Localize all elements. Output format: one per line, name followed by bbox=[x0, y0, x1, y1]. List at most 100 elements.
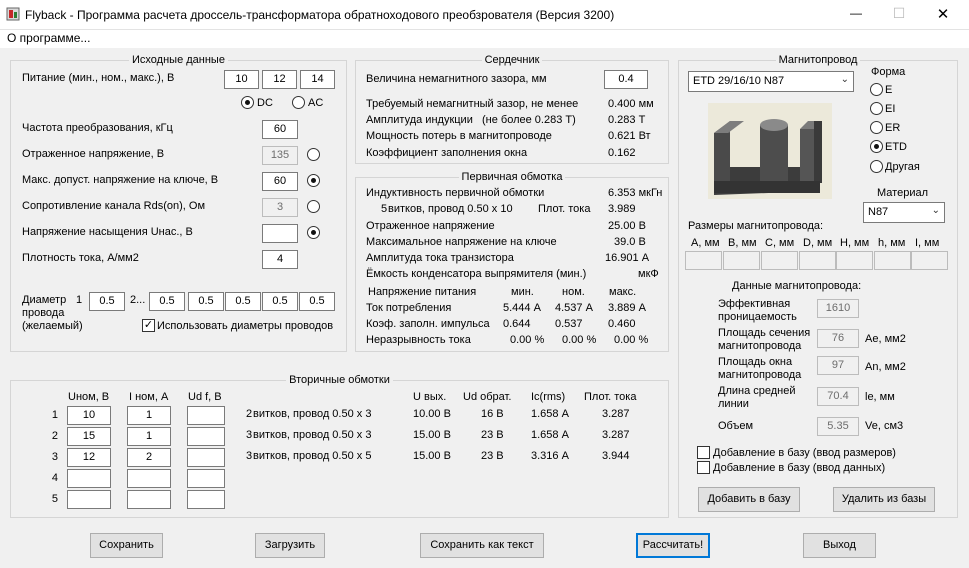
wire-diam-label: Диаметр bbox=[22, 294, 67, 306]
wire-diam-6-input[interactable]: 0.5 bbox=[299, 292, 335, 311]
sec-header-unom: Uном, В bbox=[68, 391, 110, 403]
sec-row-2-udf-input[interactable] bbox=[187, 427, 225, 446]
ac-radio[interactable] bbox=[292, 96, 305, 109]
wire-diam-5-input[interactable]: 0.5 bbox=[262, 292, 298, 311]
sec-row-4-i-input[interactable] bbox=[127, 469, 171, 488]
primary-dens-value: 3.989 bbox=[608, 203, 636, 215]
fill-factor-label: Коэффициент заполнения окна bbox=[366, 147, 528, 159]
continuity-max: 0.00 % bbox=[614, 334, 649, 346]
sec-row-5-u-input[interactable] bbox=[67, 490, 111, 509]
primary-ind-value: 6.353 мкГн bbox=[608, 187, 663, 199]
dim-d-input[interactable] bbox=[799, 251, 836, 270]
supply-max-input[interactable]: 14 bbox=[300, 70, 335, 89]
gap-input[interactable]: 0.4 bbox=[604, 70, 648, 89]
save-button[interactable]: Сохранить bbox=[90, 533, 163, 558]
add-dims-checkbox[interactable] bbox=[697, 446, 710, 459]
vsat-input[interactable] bbox=[262, 224, 298, 243]
rds-radio[interactable] bbox=[307, 200, 320, 213]
dim-b-input[interactable] bbox=[723, 251, 760, 270]
dc-radio[interactable] bbox=[241, 96, 254, 109]
sec-row-1-ic: 1.658 А bbox=[531, 408, 569, 420]
app-icon bbox=[6, 7, 20, 21]
wire-diam-1-input[interactable]: 0.5 bbox=[89, 292, 125, 311]
add-to-db-button[interactable]: Добавить в базу bbox=[698, 487, 800, 512]
le-input[interactable]: 70.4 bbox=[817, 387, 859, 406]
shape-er-radio[interactable] bbox=[870, 121, 883, 134]
freq-input[interactable]: 60 bbox=[262, 120, 298, 139]
sec-row-5-i-input[interactable] bbox=[127, 490, 171, 509]
vsat-radio[interactable] bbox=[307, 226, 320, 239]
minimize-button[interactable]: — bbox=[843, 6, 869, 20]
dim-hh-label: h, мм bbox=[878, 237, 906, 249]
shape-etd-radio[interactable] bbox=[870, 140, 883, 153]
ve-input[interactable]: 5.35 bbox=[817, 417, 859, 436]
sec-row-1-turns: 2 bbox=[246, 408, 253, 420]
dim-b-label: B, мм bbox=[728, 237, 757, 249]
load-button[interactable]: Загрузить bbox=[255, 533, 325, 558]
an-input[interactable]: 97 bbox=[817, 356, 859, 375]
le-unit: le, мм bbox=[865, 391, 895, 403]
sec-row-3-num: 3 bbox=[51, 451, 58, 463]
sec-row-5-num: 5 bbox=[51, 493, 58, 505]
sec-row-2-udrev: 23 В bbox=[481, 429, 504, 441]
vmax-input[interactable]: 60 bbox=[262, 172, 298, 191]
ae-label: Площадь сечения bbox=[718, 327, 811, 339]
sec-row-4-num: 4 bbox=[51, 472, 58, 484]
perm-input[interactable]: 1610 bbox=[817, 299, 859, 318]
menu-about[interactable]: О программе... bbox=[7, 31, 90, 45]
sec-row-3-udf-input[interactable] bbox=[187, 448, 225, 467]
supply-min-input[interactable]: 10 bbox=[224, 70, 259, 89]
shape-ei-radio[interactable] bbox=[870, 102, 883, 115]
sec-row-1-udf-input[interactable] bbox=[187, 406, 225, 425]
ae-input[interactable]: 76 bbox=[817, 329, 859, 348]
sec-row-3-i-input[interactable]: 2 bbox=[127, 448, 171, 467]
refl-voltage-radio[interactable] bbox=[307, 148, 320, 161]
core-select[interactable]: ETD 29/16/10 N87 ⌄ bbox=[688, 71, 854, 92]
maximize-button[interactable]: ☐ bbox=[886, 5, 912, 22]
rds-input[interactable]: 3 bbox=[262, 198, 298, 217]
add-data-checkbox[interactable] bbox=[697, 461, 710, 474]
sec-row-2-ic: 1.658 А bbox=[531, 429, 569, 441]
shape-e-radio[interactable] bbox=[870, 83, 883, 96]
delete-from-db-button[interactable]: Удалить из базы bbox=[833, 487, 935, 512]
material-value: N87 bbox=[868, 206, 889, 218]
calculate-button[interactable]: Рассчитать! bbox=[636, 533, 710, 558]
sec-row-2-i-input[interactable]: 1 bbox=[127, 427, 171, 446]
vmax-radio[interactable] bbox=[307, 174, 320, 187]
input-data-title: Исходные данные bbox=[129, 54, 228, 66]
save-as-text-button[interactable]: Сохранить как текст bbox=[420, 533, 544, 558]
shape-other-radio[interactable] bbox=[870, 160, 883, 173]
sec-row-1-i-input[interactable]: 1 bbox=[127, 406, 171, 425]
close-button[interactable]: ✕ bbox=[930, 5, 956, 23]
sec-row-4-u-input[interactable] bbox=[67, 469, 111, 488]
continuity-nom: 0.00 % bbox=[562, 334, 597, 346]
sec-row-3-turns: 3 bbox=[246, 450, 253, 462]
dim-d-label: D, мм bbox=[803, 237, 833, 249]
dim-hh-input[interactable] bbox=[874, 251, 911, 270]
wire-diam-3-input[interactable]: 0.5 bbox=[188, 292, 224, 311]
perm-label-2: проницаемость bbox=[718, 311, 797, 323]
refl-voltage-input[interactable]: 135 bbox=[262, 146, 298, 165]
sec-row-2-u-input[interactable]: 15 bbox=[67, 427, 111, 446]
fill-factor-value: 0.162 bbox=[608, 147, 636, 159]
primary-cap-label: Ёмкость конденсатора выпрямителя (мин.) bbox=[366, 268, 587, 280]
wire-diam-4-input[interactable]: 0.5 bbox=[225, 292, 261, 311]
dim-a-input[interactable] bbox=[685, 251, 722, 270]
sec-row-1-u-input[interactable]: 10 bbox=[67, 406, 111, 425]
dim-h-input[interactable] bbox=[836, 251, 873, 270]
dim-i-input[interactable] bbox=[911, 251, 948, 270]
window-title: Flyback - Программа расчета дроссель-тра… bbox=[25, 8, 615, 22]
dim-c-input[interactable] bbox=[761, 251, 798, 270]
ve-label: Объем bbox=[718, 420, 754, 432]
sec-row-5-udf-input[interactable] bbox=[187, 490, 225, 509]
chevron-down-icon: ⌄ bbox=[840, 74, 849, 85]
use-diameters-checkbox[interactable]: ✓ bbox=[142, 319, 155, 332]
material-select[interactable]: N87 ⌄ bbox=[863, 202, 945, 223]
wire-diam-2-input[interactable]: 0.5 bbox=[149, 292, 185, 311]
vmax-label: Макс. допуст. напряжение на ключе, В bbox=[22, 174, 219, 186]
supply-nom-input[interactable]: 12 bbox=[262, 70, 297, 89]
exit-button[interactable]: Выход bbox=[803, 533, 876, 558]
sec-row-3-u-input[interactable]: 12 bbox=[67, 448, 111, 467]
sec-row-4-udf-input[interactable] bbox=[187, 469, 225, 488]
current-density-input[interactable]: 4 bbox=[262, 250, 298, 269]
